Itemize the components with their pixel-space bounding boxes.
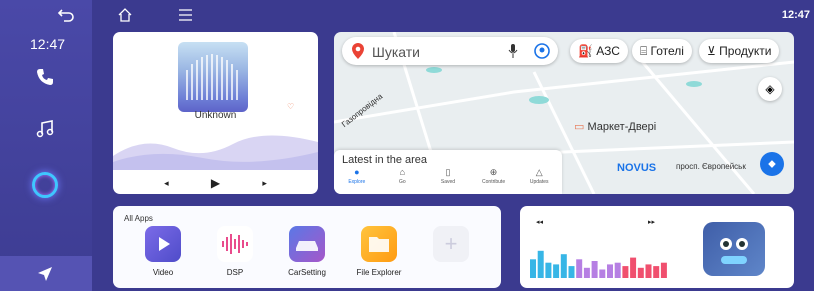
explore-sheet[interactable]: Latest in the area ● Explore ⌂ Go ▯ Saved ⊕… [334,150,562,194]
previous-track-icon[interactable]: ◂ [164,178,169,189]
equalizer-bar [553,264,560,278]
top-bar: 12:47 [92,0,814,30]
equalizer-bar [576,259,583,278]
pin-icon: ● [354,167,360,177]
equalizer-bar [583,267,590,278]
equalizer-bars [530,250,667,278]
sidebar: 12:47 [0,0,92,291]
microphone-icon[interactable] [508,44,518,58]
equalizer-bar [637,267,644,278]
equalizer-bar [530,259,536,278]
map-nav-bar: ● Explore ⌂ Go ▯ Saved ⊕ Contribute △ Updates [334,167,562,194]
bed-icon: ⌸ [640,44,648,58]
equalizer-bar [607,264,613,278]
equalizer-bar [591,261,598,278]
directions-button[interactable]: ⬥ [760,152,784,176]
commute-icon: ⌂ [399,167,406,177]
music-widget[interactable]: ♡ Unknown ◂ ▶ ▸ [113,32,318,194]
store-icon: ▭ [574,121,585,133]
tab-saved[interactable]: ▯ Saved [428,167,468,194]
map-search-bar[interactable]: Шукати [342,37,558,65]
equalizer-bar [537,250,544,278]
apps-header: All Apps [124,214,153,223]
search-input[interactable]: Шукати [372,44,420,60]
equalizer-bar [568,266,575,278]
equalizer-bar [660,262,667,278]
add-app-button[interactable]: + [416,226,486,262]
tab-contribute[interactable]: ⊕ Contribute [474,167,514,194]
equalizer-bar [622,266,629,278]
chip-hotels[interactable]: ⌸ Готелі [632,39,692,63]
fast-forward-icon[interactable]: ▸▸ [648,218,655,226]
video-app-icon [145,226,181,262]
voice-assistant-button[interactable] [32,172,58,198]
status-clock: 12:47 [781,9,810,21]
equalizer-bar [614,262,621,278]
dsp-app-icon [217,226,253,262]
app-video[interactable]: Video [128,226,198,277]
sidebar-nav-area [0,256,92,291]
music-note-icon[interactable] [34,118,56,140]
tab-explore[interactable]: ● Explore [337,167,377,194]
map-pin-icon [352,43,364,59]
account-icon[interactable] [534,43,550,59]
next-track-icon[interactable]: ▸ [262,178,267,189]
poi-label: ▭ Маркет-Двері [574,121,657,133]
chip-gas-station[interactable]: ⛽ АЗС [570,39,628,63]
robot-mascot-image [703,222,765,276]
equalizer-bar [645,264,652,278]
app-dsp[interactable]: DSP [200,226,270,277]
cart-icon: ⊻ [707,44,716,58]
car-app-icon [289,226,325,262]
sidebar-clock: 12:47 [30,36,66,52]
add-circle-icon: ⊕ [489,167,498,177]
poi-label: NOVUS [617,162,657,174]
equalizer-bar [630,257,637,278]
equalizer-bar [560,254,567,278]
chip-groceries[interactable]: ⊻ Продукти [699,39,780,63]
playback-controls: ◂ ▶ ▸ [113,172,318,194]
phone-icon[interactable] [34,66,56,88]
map-widget[interactable]: Шукати ⛽ АЗС ⌸ Готелі ⊻ Продукти ◈ Газоп… [334,32,794,194]
menu-icon[interactable] [179,9,192,21]
latest-header: Latest in the area [342,154,428,166]
gas-station-icon: ⛽ [578,44,593,58]
bell-icon: △ [535,167,543,177]
app-carsetting[interactable]: CarSetting [272,226,342,277]
rewind-icon[interactable]: ◂◂ [536,218,543,226]
wave-decoration [113,135,318,170]
equalizer-bar [653,266,660,278]
bookmark-icon: ▯ [445,167,451,177]
equalizer-bar [599,269,606,278]
tab-go[interactable]: ⌂ Go [382,167,422,194]
play-icon[interactable]: ▶ [211,176,220,190]
home-icon[interactable] [118,8,132,22]
street-label: просп. Європейськ [676,162,746,171]
tab-updates[interactable]: △ Updates [519,167,559,194]
folder-app-icon [361,226,397,262]
back-icon[interactable] [56,4,76,24]
track-title: Unknown [194,110,237,121]
album-art [178,42,248,112]
layers-icon[interactable]: ◈ [758,77,782,101]
plus-icon: + [433,226,469,262]
app-file-explorer[interactable]: File Explorer [344,226,414,277]
navigation-arrow-icon[interactable] [36,265,54,283]
equalizer-bar [545,262,552,278]
equalizer-widget[interactable]: ◂◂ ▸▸ [520,206,794,288]
apps-widget: All Apps Video DSP CarSetting File Explo… [113,206,501,288]
